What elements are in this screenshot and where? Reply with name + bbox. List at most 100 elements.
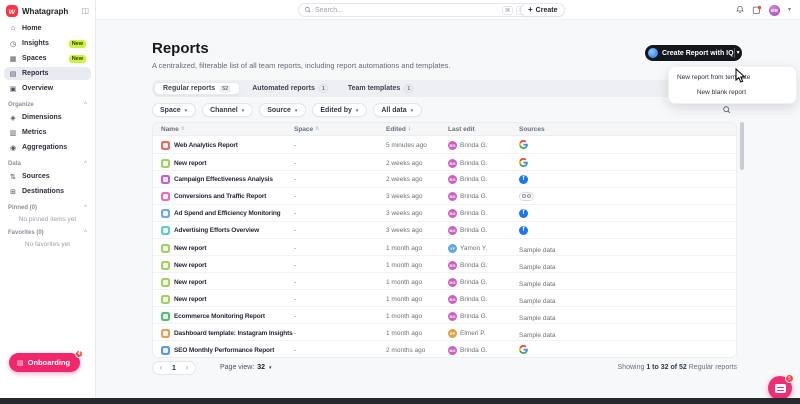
- sample-data-label: Sample data: [519, 247, 556, 254]
- filter-source[interactable]: Source▼: [259, 103, 306, 117]
- destinations-icon: ⊞: [9, 188, 17, 196]
- notifications-bell-icon[interactable]: [735, 5, 745, 15]
- create-report-with-iq-button[interactable]: Create Report with IQ ▼: [645, 45, 742, 61]
- name-cell: Conversions and Traffic Report: [161, 192, 294, 201]
- column-header-sources[interactable]: Sources: [519, 126, 728, 133]
- filter-label: All data: [381, 107, 406, 114]
- sidebar-item-spaces[interactable]: ▦SpacesNew: [4, 52, 91, 65]
- avatar-chevron-down-icon[interactable]: ▼: [787, 7, 792, 13]
- user-avatar[interactable]: MB: [769, 5, 780, 16]
- sidebar-item-metrics[interactable]: ▥Metrics: [4, 126, 91, 139]
- filter-channel[interactable]: Channel▼: [202, 103, 253, 117]
- sidebar-section-data[interactable]: Data^: [0, 156, 95, 169]
- page-view-select[interactable]: Page view: 32 ▼: [220, 364, 273, 371]
- column-header-space[interactable]: Space⇅: [294, 126, 386, 133]
- create-button[interactable]: + Create: [520, 3, 565, 17]
- sidebar-section-pinned-0[interactable]: Pinned (0)^: [0, 200, 95, 213]
- sidebar-section-favorites-0[interactable]: Favorites (0)^: [0, 225, 95, 238]
- tab-automated-reports[interactable]: Automated reports1: [244, 82, 336, 95]
- menu-item-new-report-from-template[interactable]: New report from template: [669, 70, 796, 85]
- sidebar-item-destinations[interactable]: ⊞Destinations: [4, 185, 91, 198]
- sidebar: w Whatagraph ◫ ⌂Home◷InsightsNew▦SpacesN…: [0, 0, 96, 398]
- table-row[interactable]: Ecommerce Monitoring Report-1 month agoB…: [153, 306, 736, 323]
- table-row[interactable]: New report-1 month agoBGBrinda G.Sample …: [153, 289, 736, 306]
- report-thumbnail-icon: [161, 159, 170, 168]
- table-row[interactable]: New report-1 month agoBGBrinda G.Sample …: [153, 255, 736, 272]
- column-label: Sources: [519, 126, 545, 133]
- sidebar-item-reports[interactable]: ▤Reports: [4, 67, 91, 80]
- tab-team-templates[interactable]: Team templates1: [340, 82, 421, 95]
- global-search-input[interactable]: Search... ⌘ K: [298, 3, 532, 17]
- sidebar-item-home[interactable]: ⌂Home: [4, 22, 91, 35]
- space-cell: -: [294, 279, 386, 286]
- editor-avatar: BG: [448, 209, 457, 218]
- tab-count-badge: 1: [404, 84, 413, 93]
- sidebar-item-label: Home: [22, 25, 86, 32]
- editor-avatar: BG: [448, 159, 457, 168]
- tab-regular-reports[interactable]: Regular reports52: [154, 82, 240, 95]
- table-row[interactable]: New report-2 weeks agoBGBrinda G.: [153, 153, 736, 170]
- sidebar-item-insights[interactable]: ◷InsightsNew: [4, 37, 91, 50]
- table-row[interactable]: SEO Monthly Performance Report-2 months …: [153, 340, 736, 357]
- onboarding-button[interactable]: ▤ Onboarding 4: [9, 353, 80, 372]
- filter-label: Edited by: [320, 107, 352, 114]
- menu-item-new-blank-report[interactable]: New blank report: [669, 85, 796, 100]
- sidebar-item-dimensions[interactable]: ◈Dimensions: [4, 111, 91, 124]
- table-row[interactable]: Conversions and Traffic Report-3 weeks a…: [153, 187, 736, 204]
- last-edit-cell: BGBrinda G.: [448, 226, 519, 235]
- spaces-icon: ▦: [9, 55, 17, 63]
- report-thumbnail-icon: [161, 346, 170, 355]
- section-items: ⇅Sources ⊞Destinations: [0, 169, 95, 198]
- new-badge: New: [69, 40, 86, 48]
- sources-cell: [519, 192, 728, 201]
- next-page-button[interactable]: ›: [181, 362, 193, 374]
- google-source-icon: [519, 345, 528, 354]
- sidebar-item-label: Aggregations: [22, 144, 86, 151]
- table-search-icon[interactable]: [722, 105, 732, 115]
- table-row[interactable]: Advertising Efforts Overview-3 weeks ago…: [153, 221, 736, 238]
- filter-all-data[interactable]: All data▼: [373, 103, 422, 117]
- sources-cell: [519, 341, 728, 358]
- sources-cell: Sample data: [519, 324, 728, 342]
- editor-name: Brinda G.: [460, 227, 487, 234]
- iq-chevron-down-icon[interactable]: ▼: [734, 50, 742, 56]
- table-row[interactable]: New report-1 month agoYYYamon Y.Sample d…: [153, 238, 736, 255]
- column-header-last-edit[interactable]: Last edit: [448, 126, 519, 133]
- table-row[interactable]: Dashboard template: Instagram Insights O…: [153, 323, 736, 340]
- column-header-name[interactable]: Name⇅: [161, 126, 294, 133]
- table-scrollbar[interactable]: [740, 122, 744, 170]
- table-row[interactable]: New report-1 month agoBGBrinda G.Sample …: [153, 272, 736, 289]
- report-name: New report: [174, 245, 206, 252]
- filter-label: Channel: [210, 107, 238, 114]
- edited-cell: 3 weeks ago: [386, 227, 448, 234]
- editor-avatar: EP: [448, 329, 457, 338]
- filter-space[interactable]: Space▼: [152, 103, 196, 117]
- brand-name: Whatagraph: [22, 7, 77, 16]
- name-cell: Ad Spend and Efficiency Monitoring: [161, 209, 294, 218]
- sources-cell: Sample data: [519, 273, 728, 291]
- empty-state-text: No pinned items yet: [0, 213, 95, 225]
- sample-data-label: Sample data: [519, 315, 556, 322]
- edited-cell: 1 month ago: [386, 245, 448, 252]
- collapse-caret-icon: ^: [84, 161, 87, 167]
- sources-cell: Sample data: [519, 239, 728, 257]
- filter-edited-by[interactable]: Edited by▼: [312, 103, 367, 117]
- sidebar-section-organize[interactable]: Organize^: [0, 97, 95, 110]
- table-row[interactable]: Web Analytics Report-5 minutes agoBGBrin…: [153, 136, 736, 153]
- sidebar-item-sources[interactable]: ⇅Sources: [4, 170, 91, 183]
- editor-name: Brinda G.: [460, 160, 487, 167]
- table-row[interactable]: Campaign Effectiveness Analysis-2 weeks …: [153, 170, 736, 187]
- name-cell: New report: [161, 159, 294, 168]
- sidebar-collapse-icon[interactable]: ◫: [81, 7, 89, 15]
- chat-widget-button[interactable]: 5: [768, 376, 792, 400]
- space-cell: -: [294, 262, 386, 269]
- table-row[interactable]: Ad Spend and Efficiency Monitoring-3 wee…: [153, 204, 736, 221]
- whats-new-icon[interactable]: [752, 5, 762, 15]
- column-header-edited[interactable]: Edited↓: [386, 126, 448, 133]
- source-dot: [527, 194, 531, 198]
- sidebar-item-label: Overview: [22, 85, 86, 92]
- sidebar-item-aggregations[interactable]: ◉Aggregations: [4, 141, 91, 154]
- report-name: Ecommerce Monitoring Report: [174, 313, 265, 320]
- sidebar-item-overview[interactable]: ▣Overview: [4, 82, 91, 95]
- prev-page-button[interactable]: ‹: [155, 362, 167, 374]
